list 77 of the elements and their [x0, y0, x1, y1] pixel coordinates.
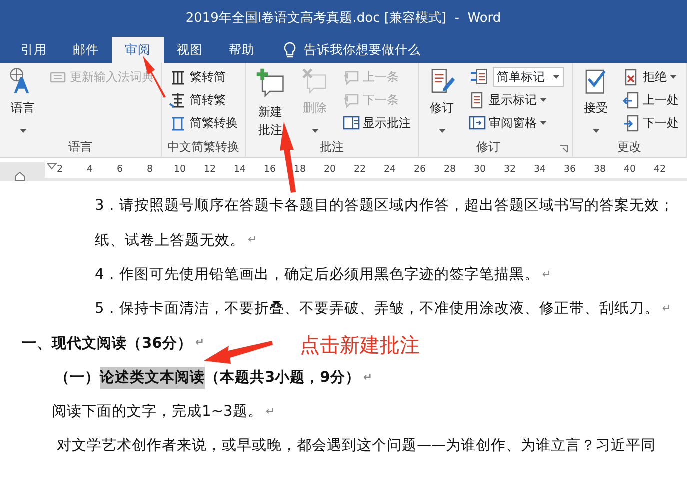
heading-text: （一） — [55, 368, 100, 388]
paragraph-text: 对文学艺术创作者来说，或早或晚，都会遇到这个问题——为谁创作、为谁立言？习近平同 — [57, 436, 656, 456]
ruler-number: 18 — [294, 164, 306, 175]
ruler-number: 36 — [564, 164, 576, 175]
paragraph-text: 3．请按照题号顺序在答题卡各题目的答题区域内作答，超出答题区域书写的答案无效； — [95, 196, 674, 216]
ribbon-tab[interactable]: 引用 — [8, 37, 60, 63]
ruler-number: 12 — [204, 164, 216, 175]
panel-icon — [342, 114, 360, 132]
group-label: 中文简繁转换 — [166, 139, 240, 156]
ribbon-button[interactable]: 显示标记 — [465, 88, 568, 111]
paragraph-text: 阅读下面的文字，完成1~3题。 — [52, 402, 263, 422]
lightbulb-icon — [284, 42, 296, 58]
ribbon-tab[interactable]: 审阅 — [112, 37, 164, 63]
paragraph-mark: ↵ — [248, 232, 258, 248]
ribbon-button[interactable]: 简繁转换 — [166, 111, 241, 134]
ruler-number: 4 — [86, 164, 94, 175]
paragraph-text: 纸、试卷上答题无效。 — [95, 230, 245, 251]
annotation-arrow — [204, 341, 273, 364]
selected-text: 论述类文本阅读 — [100, 367, 205, 389]
ribbon-button[interactable]: 下一处 — [619, 111, 682, 134]
ribbon-button[interactable]: 修订 — [423, 65, 461, 141]
tell-me-field[interactable]: 告诉我你想要做什么 — [304, 40, 421, 60]
paragraph-text: 4．作图可先使用铅笔画出，确定后必须用黑色字迹的签字笔描黑。 — [95, 265, 540, 286]
ribbon-tab[interactable]: 邮件 — [60, 37, 112, 63]
ruler-number: 6 — [116, 164, 124, 175]
annotation-arrow — [143, 56, 166, 98]
paragraph-mark: ↵ — [266, 404, 276, 420]
group-label: 语言 — [68, 139, 94, 156]
ruler-number: 24 — [384, 164, 396, 175]
ruler-number: 10 — [174, 164, 186, 175]
group-label: 更改 — [616, 139, 642, 156]
ribbon-button[interactable]: 拒绝 — [619, 65, 682, 88]
ruler-number: 38 — [594, 164, 606, 175]
ribbon-button[interactable]: 繁转简 — [166, 65, 241, 88]
paragraph-mark: ↵ — [363, 370, 373, 386]
ruler-number: 42 — [654, 164, 666, 175]
indent-marker-icon[interactable] — [15, 172, 25, 181]
ruler-number: 34 — [534, 164, 546, 175]
ribbon-button[interactable]: 显示批注 — [339, 111, 414, 134]
pane-icon — [468, 114, 486, 132]
ruler-number: 28 — [444, 164, 456, 175]
annotation-arrow — [280, 122, 296, 193]
ruler-number: 30 — [474, 164, 486, 175]
ruler-number: 14 — [234, 164, 246, 175]
window-title: 2019年全国I卷语文高考真题.doc [兼容模式] - Word — [186, 10, 502, 28]
annotation-text: 点击新建批注 — [300, 332, 420, 359]
paragraph-text: 5．保持卡面清洁，不要折叠、不要弄破、弄皱，不准使用涂改液、修正带、刮纸刀。 — [95, 299, 660, 320]
ruler-number: 32 — [504, 164, 516, 175]
ribbon-button[interactable]: 审阅窗格 — [465, 111, 568, 134]
character-icon — [169, 90, 187, 108]
document-arrows-icon — [469, 66, 489, 86]
group-label: 修订 — [476, 139, 502, 156]
dialog-launcher-icon[interactable] — [560, 145, 568, 153]
ruler-number: 22 — [354, 164, 366, 175]
document-arrow-icon — [622, 90, 640, 108]
ribbon-tab[interactable]: 视图 — [164, 37, 216, 63]
ruler-number: 2 — [56, 164, 64, 175]
markup-dropdown[interactable]: 简单标记 — [493, 66, 564, 86]
ribbon-tab[interactable]: 帮助 — [216, 37, 268, 63]
ribbon-button[interactable]: 简转繁 — [166, 88, 241, 111]
paragraph-mark: ↵ — [195, 335, 205, 352]
ribbon-button[interactable]: 语言 — [4, 65, 42, 141]
paragraph-mark: ↵ — [662, 300, 672, 317]
ribbon-button[interactable]: 上一处 — [619, 88, 682, 111]
group-label: 批注 — [319, 139, 345, 156]
indent-marker-icon[interactable] — [47, 163, 57, 171]
paragraph-text: 一、现代文阅读（36分） — [22, 334, 192, 354]
ruler-number: 20 — [324, 164, 336, 175]
heading-text: （本题共3小题，9分） — [205, 368, 360, 388]
document-arrow-icon — [622, 114, 640, 132]
ruler-number: 8 — [146, 164, 154, 175]
ribbon-button[interactable]: 新建批注 — [250, 65, 291, 141]
paragraph-mark: ↵ — [542, 266, 552, 283]
ruler-number: 40 — [624, 164, 636, 175]
ruler-number: 16 — [264, 164, 276, 175]
ribbon-button[interactable]: 接受 — [577, 65, 615, 141]
ruler-number: 26 — [414, 164, 426, 175]
